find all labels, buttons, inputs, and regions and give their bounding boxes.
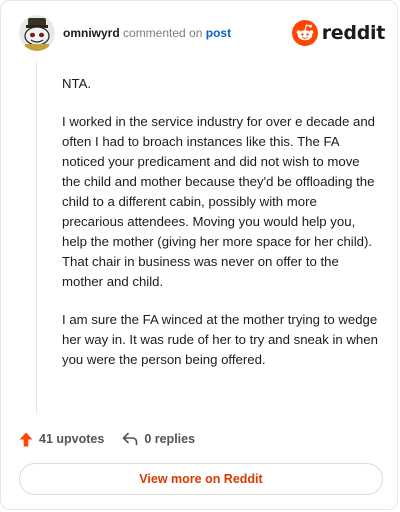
- byline: omniwyrd commented on post: [63, 26, 231, 40]
- upvote-count: 41 upvotes: [39, 432, 105, 446]
- reply-count: 0 replies: [144, 432, 196, 446]
- comment-body: NTA. I worked in the service industry fo…: [62, 74, 380, 388]
- snoo-avatar-icon: [19, 15, 55, 51]
- comment-embed-card: omniwyrd commented on post reddit NTA. I…: [0, 0, 398, 510]
- reply-arrow-icon: [123, 432, 138, 446]
- reply-button[interactable]: 0 replies: [122, 432, 195, 446]
- comment-footer: 41 upvotes 0 replies: [19, 430, 195, 448]
- comment-paragraph: I worked in the service industry for ove…: [62, 114, 376, 289]
- reddit-logo-icon: [291, 20, 318, 46]
- comment-paragraph: NTA.: [62, 76, 92, 91]
- post-link[interactable]: post: [206, 26, 231, 40]
- comment-paragraph: I am sure the FA winced at the mother tr…: [62, 312, 378, 367]
- upvote-arrow-icon: [19, 432, 33, 446]
- comment-header: omniwyrd commented on post reddit: [19, 15, 385, 51]
- view-more-on-reddit-button[interactable]: View more on Reddit: [19, 463, 383, 495]
- reddit-wordmark: reddit: [321, 22, 386, 44]
- upvote-button[interactable]: 41 upvotes: [19, 432, 104, 447]
- thread-line: [36, 61, 37, 413]
- byline-verb: commented on: [123, 26, 203, 40]
- reddit-brand[interactable]: reddit: [291, 18, 386, 48]
- avatar[interactable]: [19, 15, 55, 51]
- username-link[interactable]: omniwyrd: [63, 26, 120, 40]
